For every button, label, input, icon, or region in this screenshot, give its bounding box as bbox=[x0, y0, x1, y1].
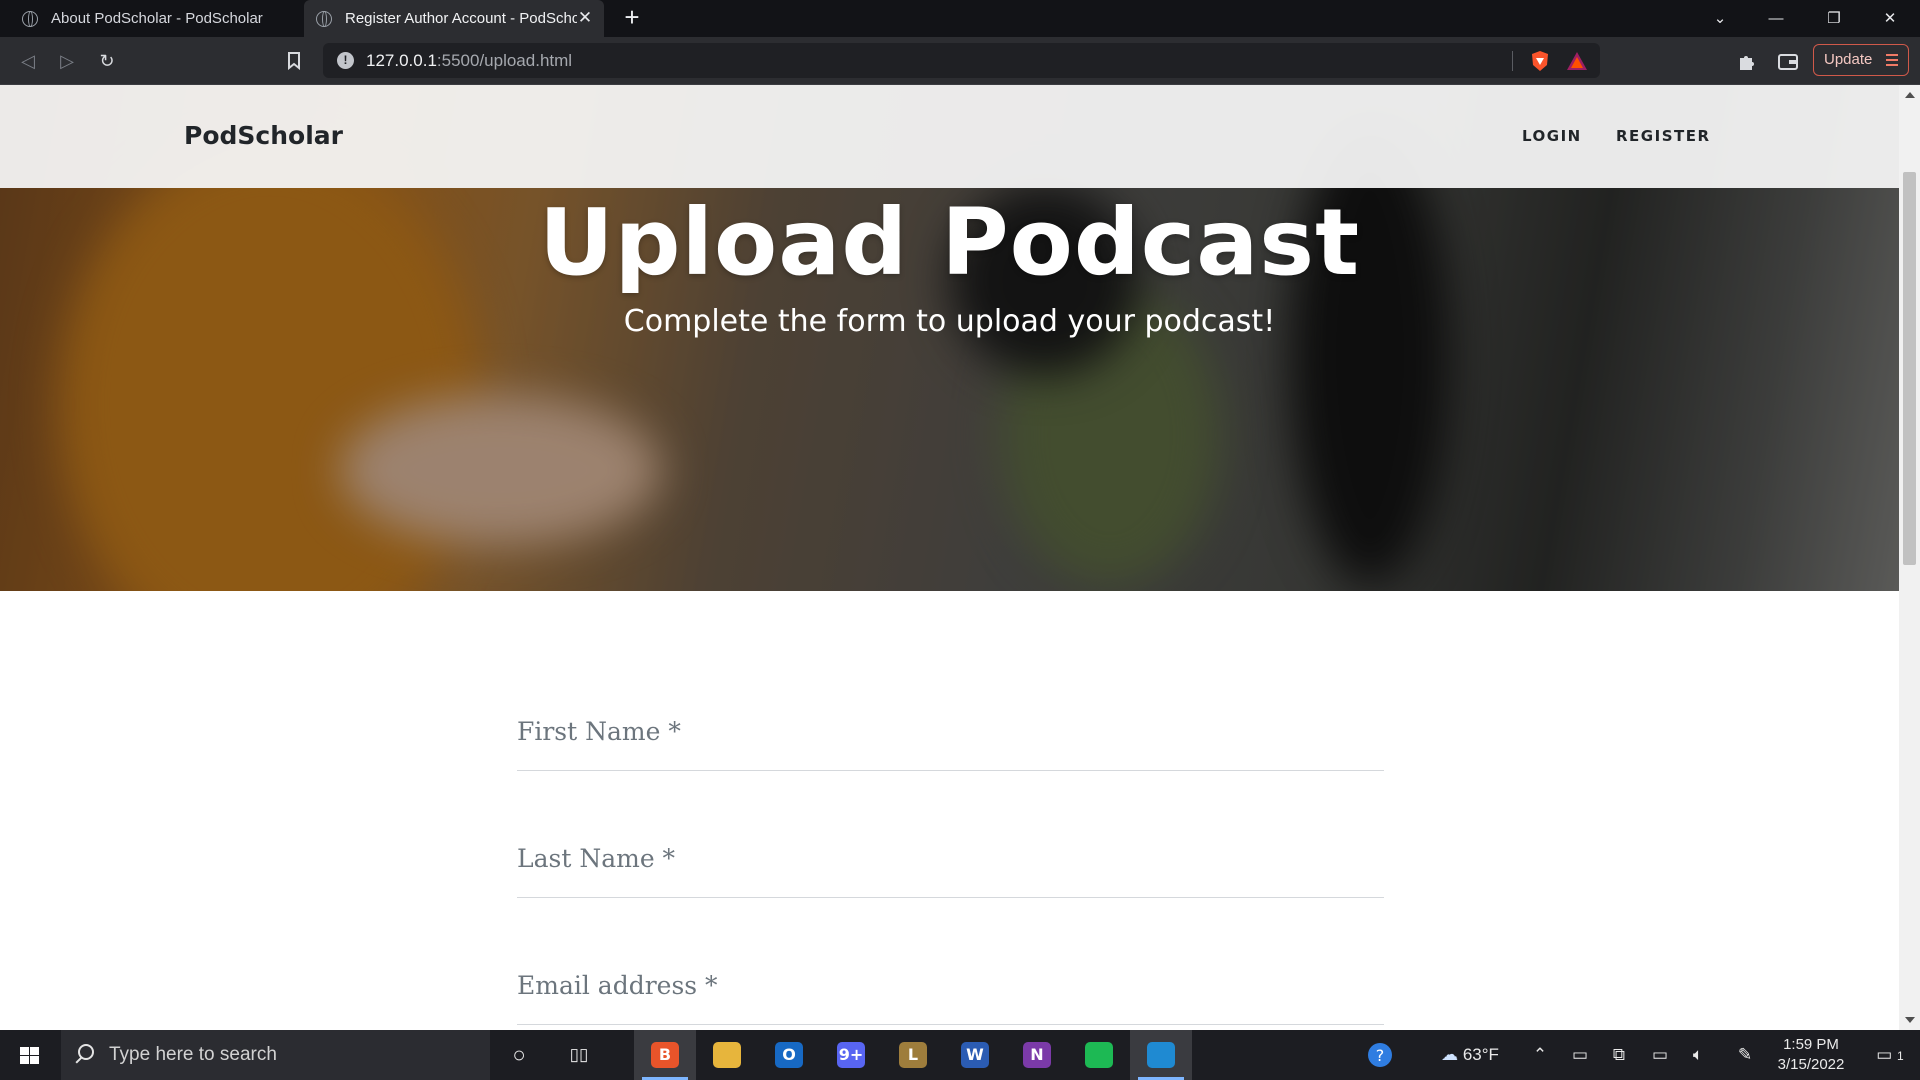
word-icon: W bbox=[961, 1042, 989, 1068]
update-button[interactable]: Update bbox=[1813, 44, 1909, 76]
clock-date: 3/15/2022 bbox=[1777, 1056, 1845, 1073]
weather-widget[interactable]: ☁ 63°F bbox=[1425, 1030, 1515, 1080]
url-path: :5500/upload.html bbox=[436, 51, 573, 70]
new-tab-button[interactable]: + bbox=[618, 4, 646, 32]
scrollbar-thumb[interactable] bbox=[1903, 172, 1916, 565]
screen: About PodScholar - PodScholar Register A… bbox=[0, 0, 1920, 1080]
start-button[interactable] bbox=[0, 1030, 60, 1080]
meet-now-icon[interactable]: ▭ bbox=[1565, 1030, 1595, 1080]
taskbar-app-brave[interactable]: B bbox=[634, 1030, 696, 1080]
last-name-field-group bbox=[517, 812, 1384, 939]
notifications-button[interactable]: ▭ 1 bbox=[1865, 1030, 1915, 1080]
taskbar-app-outlook[interactable]: O bbox=[758, 1030, 820, 1080]
browser-tab-strip: About PodScholar - PodScholar Register A… bbox=[0, 0, 1920, 37]
email-field-group bbox=[517, 939, 1384, 1030]
tab-title: Register Author Account - PodScholar bbox=[345, 10, 577, 27]
discord-icon: 9+ bbox=[837, 1042, 865, 1068]
taskbar-app-word[interactable]: W bbox=[944, 1030, 1006, 1080]
nav-login-link[interactable]: LOGIN bbox=[1522, 127, 1582, 145]
url-host: 127.0.0.1 bbox=[366, 51, 437, 70]
site-brand-link[interactable]: PodScholar bbox=[184, 121, 343, 150]
notification-count: 1 bbox=[1897, 1049, 1904, 1063]
brave-shields-icon[interactable] bbox=[1530, 50, 1550, 77]
taskbar-app-league-of-legends[interactable]: L bbox=[882, 1030, 944, 1080]
last-name-input[interactable] bbox=[517, 812, 1384, 898]
hero-title: Upload Podcast bbox=[538, 189, 1361, 296]
help-icon[interactable]: ? bbox=[1358, 1030, 1402, 1080]
close-tab-icon[interactable]: ✕ bbox=[576, 9, 594, 27]
url-text[interactable]: 127.0.0.1:5500/upload.html bbox=[366, 51, 572, 71]
forward-arrow-icon[interactable]: ▷ bbox=[54, 48, 80, 74]
taskbar-app-visual-studio-code[interactable] bbox=[1130, 1030, 1192, 1080]
first-name-input[interactable] bbox=[517, 685, 1384, 771]
notification-icon: ▭ bbox=[1876, 1045, 1893, 1064]
onenote-icon: N bbox=[1023, 1042, 1051, 1068]
bookmark-icon[interactable] bbox=[281, 48, 307, 74]
search-placeholder: Type here to search bbox=[109, 1044, 277, 1065]
back-arrow-icon[interactable]: ◁ bbox=[15, 48, 41, 74]
page-scrollbar[interactable] bbox=[1899, 85, 1920, 1030]
pen-icon[interactable]: ✎ bbox=[1730, 1030, 1760, 1080]
visual-studio-code-icon bbox=[1147, 1042, 1175, 1068]
puzzle-icon[interactable] bbox=[1731, 48, 1763, 76]
hamburger-menu-icon bbox=[1886, 54, 1898, 66]
brave-rewards-icon[interactable] bbox=[1566, 51, 1588, 76]
svg-text:?: ? bbox=[1376, 1046, 1385, 1065]
search-icon bbox=[78, 1044, 94, 1060]
close-window-button[interactable]: ✕ bbox=[1862, 0, 1918, 37]
tab-title: About PodScholar - PodScholar bbox=[51, 10, 263, 27]
site-navbar: PodScholar LOGIN REGISTER bbox=[0, 85, 1899, 188]
league-of-legends-icon: L bbox=[899, 1042, 927, 1068]
address-bar-divider bbox=[1512, 51, 1513, 71]
volume-icon[interactable]: 🔈︎ bbox=[1683, 1030, 1713, 1080]
email-input[interactable] bbox=[517, 939, 1384, 1025]
browser-toolbar: ◁ ▷ ↻ ! 127.0.0.1:5500/upload.html Updat… bbox=[0, 37, 1920, 85]
cloud-icon: ☁ bbox=[1441, 1045, 1459, 1064]
globe-icon bbox=[22, 10, 38, 27]
address-bar[interactable]: ! 127.0.0.1:5500/upload.html bbox=[323, 43, 1600, 78]
cortana-icon[interactable]: ○ bbox=[493, 1030, 545, 1080]
brave-icon: B bbox=[651, 1042, 679, 1068]
taskbar-app-discord[interactable]: 9+ bbox=[820, 1030, 882, 1080]
tab-about-podscholar[interactable]: About PodScholar - PodScholar bbox=[14, 0, 300, 37]
windows-taskbar: Type here to search ○ ▯▯ B O 9+ L W N ? ☁ 63°… bbox=[0, 1030, 1920, 1080]
minimize-button[interactable]: — bbox=[1748, 0, 1804, 37]
restore-button[interactable]: ❐ bbox=[1806, 0, 1862, 37]
upload-form bbox=[517, 685, 1384, 1030]
taskbar-search-box[interactable]: Type here to search bbox=[61, 1030, 490, 1080]
info-icon[interactable]: ! bbox=[337, 52, 354, 69]
page-viewport: Upload Podcast Complete the form to uplo… bbox=[0, 85, 1920, 1030]
windows-logo-icon bbox=[20, 1047, 40, 1065]
task-view-icon[interactable]: ▯▯ bbox=[553, 1030, 605, 1080]
nav-register-link[interactable]: REGISTER bbox=[1616, 127, 1711, 145]
hero-subtitle: Complete the form to upload your podcast… bbox=[623, 304, 1276, 339]
update-label: Update bbox=[1824, 51, 1873, 68]
taskbar-app-file-explorer[interactable] bbox=[696, 1030, 758, 1080]
spotify-icon bbox=[1085, 1042, 1113, 1068]
weather-temp: 63°F bbox=[1462, 1045, 1499, 1064]
file-explorer-icon bbox=[713, 1042, 741, 1068]
taskbar-app-spotify[interactable] bbox=[1068, 1030, 1130, 1080]
scroll-down-arrow-icon[interactable] bbox=[1905, 1017, 1915, 1023]
taskbar-clock[interactable]: 1:59 PM 3/15/2022 bbox=[1765, 1035, 1857, 1075]
display-icon[interactable]: ⧉ bbox=[1603, 1030, 1635, 1080]
battery-icon[interactable]: ▭ bbox=[1645, 1030, 1675, 1080]
clock-time: 1:59 PM bbox=[1783, 1036, 1839, 1053]
outlook-icon: O bbox=[775, 1042, 803, 1068]
taskbar-app-onenote[interactable]: N bbox=[1006, 1030, 1068, 1080]
show-hidden-icons-chevron-icon[interactable]: ⌃ bbox=[1525, 1030, 1555, 1080]
scroll-up-arrow-icon[interactable] bbox=[1905, 92, 1915, 98]
wallet-icon[interactable] bbox=[1772, 48, 1804, 76]
first-name-field-group bbox=[517, 685, 1384, 812]
globe-icon bbox=[316, 10, 332, 27]
tab-register-author[interactable]: Register Author Account - PodScholar ✕ bbox=[304, 0, 604, 37]
reload-icon[interactable]: ↻ bbox=[94, 48, 120, 74]
tab-search-chevron-icon[interactable]: ⌄ bbox=[1692, 0, 1748, 37]
